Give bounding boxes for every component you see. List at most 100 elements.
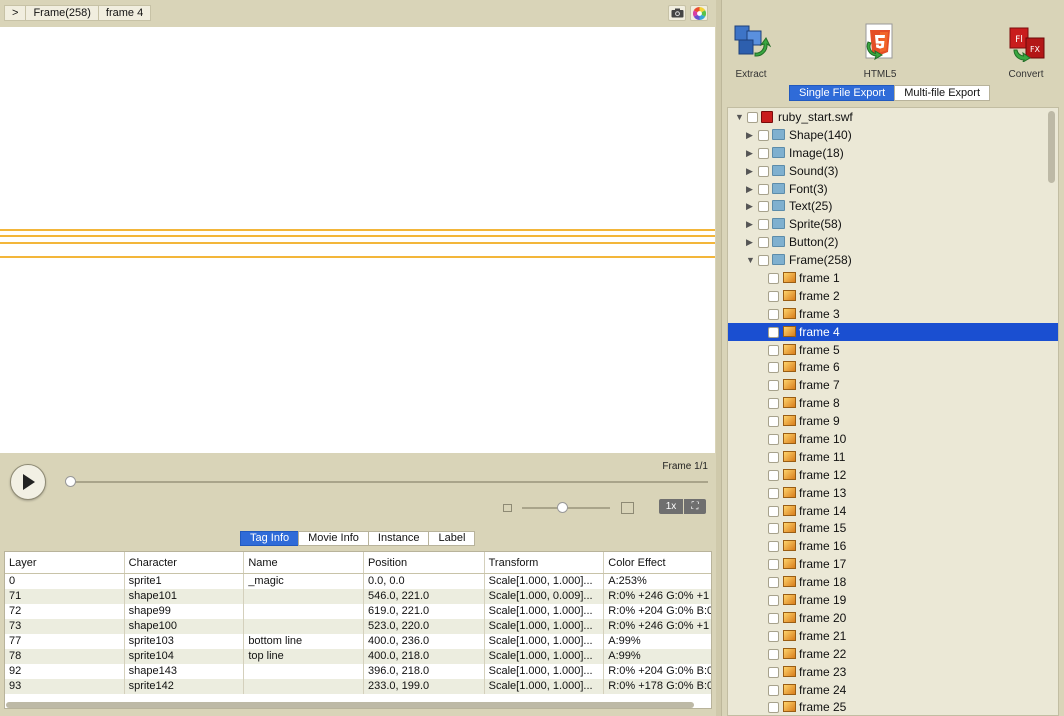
disclosure-expanded-icon[interactable]: ▼ bbox=[735, 108, 744, 126]
tree-checkbox[interactable] bbox=[768, 648, 779, 660]
tree-checkbox[interactable] bbox=[768, 398, 779, 410]
disclosure-collapsed-icon[interactable]: ▶ bbox=[746, 126, 753, 144]
tree-group-row[interactable]: ▶ Sound(3) bbox=[728, 162, 1058, 180]
tree-frame-row[interactable]: frame 22 bbox=[728, 645, 1058, 663]
tree-frame-row[interactable]: frame 1 bbox=[728, 269, 1058, 287]
tree-checkbox[interactable] bbox=[768, 344, 779, 356]
tree-frame-row[interactable]: frame 13 bbox=[728, 484, 1058, 502]
tree-group-row[interactable]: ▶ Font(3) bbox=[728, 180, 1058, 198]
tree-frame-row[interactable]: frame 18 bbox=[728, 573, 1058, 591]
tree-checkbox[interactable] bbox=[768, 630, 779, 642]
tree-frame-row[interactable]: frame 17 bbox=[728, 555, 1058, 573]
tree-group-row[interactable]: ▶ Button(2) bbox=[728, 233, 1058, 251]
snapshot-button[interactable] bbox=[668, 5, 686, 21]
tab-tag-info[interactable]: Tag Info bbox=[240, 531, 300, 546]
tree-checkbox[interactable] bbox=[768, 380, 779, 392]
tab-instance[interactable]: Instance bbox=[367, 531, 430, 546]
timeline-track[interactable] bbox=[70, 481, 708, 483]
tree-checkbox[interactable] bbox=[758, 183, 769, 195]
extract-button[interactable]: Extract bbox=[724, 22, 778, 80]
timeline-knob[interactable] bbox=[65, 476, 76, 487]
convert-button[interactable]: Fl FX Convert bbox=[999, 22, 1053, 80]
tree-checkbox[interactable] bbox=[768, 362, 779, 374]
actual-size-button[interactable]: 1x bbox=[659, 499, 683, 514]
table-row[interactable]: 71 shape101 546.0, 221.0 Scale[1.000, 0.009… bbox=[5, 589, 711, 604]
tree-group-row[interactable]: ▶ Shape(140) bbox=[728, 126, 1058, 144]
tree-checkbox[interactable] bbox=[768, 541, 779, 553]
disclosure-collapsed-icon[interactable]: ▶ bbox=[746, 215, 753, 233]
play-button[interactable] bbox=[10, 464, 46, 500]
tree-frame-row[interactable]: frame 12 bbox=[728, 466, 1058, 484]
column-header-position[interactable]: Position bbox=[364, 552, 485, 573]
tree-frame-row[interactable]: frame 3 bbox=[728, 305, 1058, 323]
tree-checkbox[interactable] bbox=[747, 112, 758, 123]
tree-vertical-scrollbar[interactable] bbox=[1048, 111, 1055, 183]
tree-checkbox[interactable] bbox=[768, 308, 779, 320]
fit-to-window-button[interactable]: ⛶ bbox=[684, 499, 706, 514]
tab-single-file-export[interactable]: Single File Export bbox=[789, 85, 896, 101]
zoom-out-icon[interactable] bbox=[503, 504, 512, 512]
tree-frame-row[interactable]: frame 25 bbox=[728, 698, 1058, 715]
table-row[interactable]: 93 sprite142 233.0, 199.0 Scale[1.000, 1.00… bbox=[5, 679, 711, 694]
column-header-character[interactable]: Character bbox=[125, 552, 245, 573]
tab-multi-file-export[interactable]: Multi-file Export bbox=[894, 85, 991, 101]
disclosure-expanded-icon[interactable]: ▼ bbox=[746, 251, 755, 269]
tree-frame-row[interactable]: frame 2 bbox=[728, 287, 1058, 305]
tree-frame-row[interactable]: frame 4 bbox=[728, 322, 1058, 341]
zoom-slider-knob[interactable] bbox=[556, 502, 568, 513]
tree-frame-row[interactable]: frame 16 bbox=[728, 537, 1058, 555]
disclosure-collapsed-icon[interactable]: ▶ bbox=[746, 233, 753, 251]
tree-root-row[interactable]: ▼ ruby_start.swf bbox=[728, 108, 1058, 126]
tree-checkbox[interactable] bbox=[768, 684, 779, 696]
tab-movie-info[interactable]: Movie Info bbox=[298, 531, 369, 546]
tree-checkbox[interactable] bbox=[768, 273, 779, 285]
table-row[interactable]: 73 shape100 523.0, 220.0 Scale[1.000, 1.000… bbox=[5, 619, 711, 634]
tree-checkbox[interactable] bbox=[768, 469, 779, 481]
tree-checkbox[interactable] bbox=[758, 165, 769, 177]
tree-frame-row[interactable]: frame 10 bbox=[728, 430, 1058, 448]
tree-checkbox[interactable] bbox=[768, 290, 779, 302]
tree-group-row[interactable]: ▶ Image(18) bbox=[728, 144, 1058, 162]
tree-frame-row[interactable]: frame 14 bbox=[728, 502, 1058, 520]
tree-checkbox[interactable] bbox=[768, 326, 779, 338]
table-row[interactable]: 92 shape143 396.0, 218.0 Scale[1.000, 1.000… bbox=[5, 664, 711, 679]
tree-frame-row[interactable]: frame 5 bbox=[728, 341, 1058, 359]
tree-checkbox[interactable] bbox=[768, 505, 779, 517]
tree-checkbox[interactable] bbox=[768, 577, 779, 589]
disclosure-collapsed-icon[interactable]: ▶ bbox=[746, 197, 753, 215]
tree-group-row[interactable]: ▶ Text(25) bbox=[728, 197, 1058, 215]
tree-checkbox[interactable] bbox=[758, 147, 769, 159]
tree-frame-row[interactable]: frame 23 bbox=[728, 663, 1058, 681]
breadcrumb-item-current-frame[interactable]: frame 4 bbox=[97, 5, 152, 21]
disclosure-collapsed-icon[interactable]: ▶ bbox=[746, 144, 753, 162]
table-row[interactable]: 77 sprite103 bottom line 400.0, 236.0 Scale[… bbox=[5, 634, 711, 649]
html5-button[interactable]: HTML5 bbox=[853, 22, 907, 80]
tree-checkbox[interactable] bbox=[768, 523, 779, 535]
tree-frame-row[interactable]: frame 7 bbox=[728, 376, 1058, 394]
tree-checkbox[interactable] bbox=[758, 219, 769, 231]
tree-frame-row[interactable]: frame 15 bbox=[728, 519, 1058, 537]
tree-checkbox[interactable] bbox=[758, 201, 769, 213]
tree-frame-row[interactable]: frame 20 bbox=[728, 609, 1058, 627]
disclosure-collapsed-icon[interactable]: ▶ bbox=[746, 162, 753, 180]
tree-frame-row[interactable]: frame 11 bbox=[728, 448, 1058, 466]
preview-canvas[interactable] bbox=[0, 27, 715, 453]
tree-checkbox[interactable] bbox=[768, 434, 779, 446]
tree-checkbox[interactable] bbox=[768, 666, 779, 678]
table-row[interactable]: 72 shape99 619.0, 221.0 Scale[1.000, 1.000]… bbox=[5, 604, 711, 619]
table-row[interactable]: 78 sprite104 top line 400.0, 218.0 Scale[1.0… bbox=[5, 649, 711, 664]
tree-frame-row[interactable]: frame 24 bbox=[728, 681, 1058, 699]
tree-checkbox[interactable] bbox=[768, 559, 779, 571]
tree-checkbox[interactable] bbox=[768, 612, 779, 624]
table-row[interactable]: 0 sprite1 _magic 0.0, 0.0 Scale[1.000, 1.000… bbox=[5, 574, 711, 589]
breadcrumb-back-button[interactable]: > bbox=[4, 5, 27, 21]
column-header-color-effect[interactable]: Color Effect bbox=[604, 552, 711, 573]
tree-frame-row[interactable]: frame 21 bbox=[728, 627, 1058, 645]
background-color-button[interactable] bbox=[690, 5, 708, 21]
tree-frame-row[interactable]: frame 6 bbox=[728, 358, 1058, 376]
tree-group-row[interactable]: ▶ Sprite(58) bbox=[728, 215, 1058, 233]
column-header-layer[interactable]: Layer bbox=[5, 552, 125, 573]
tree-checkbox[interactable] bbox=[768, 451, 779, 463]
zoom-in-icon[interactable] bbox=[621, 502, 634, 514]
breadcrumb-item-frame-group[interactable]: Frame(258) bbox=[25, 5, 99, 21]
